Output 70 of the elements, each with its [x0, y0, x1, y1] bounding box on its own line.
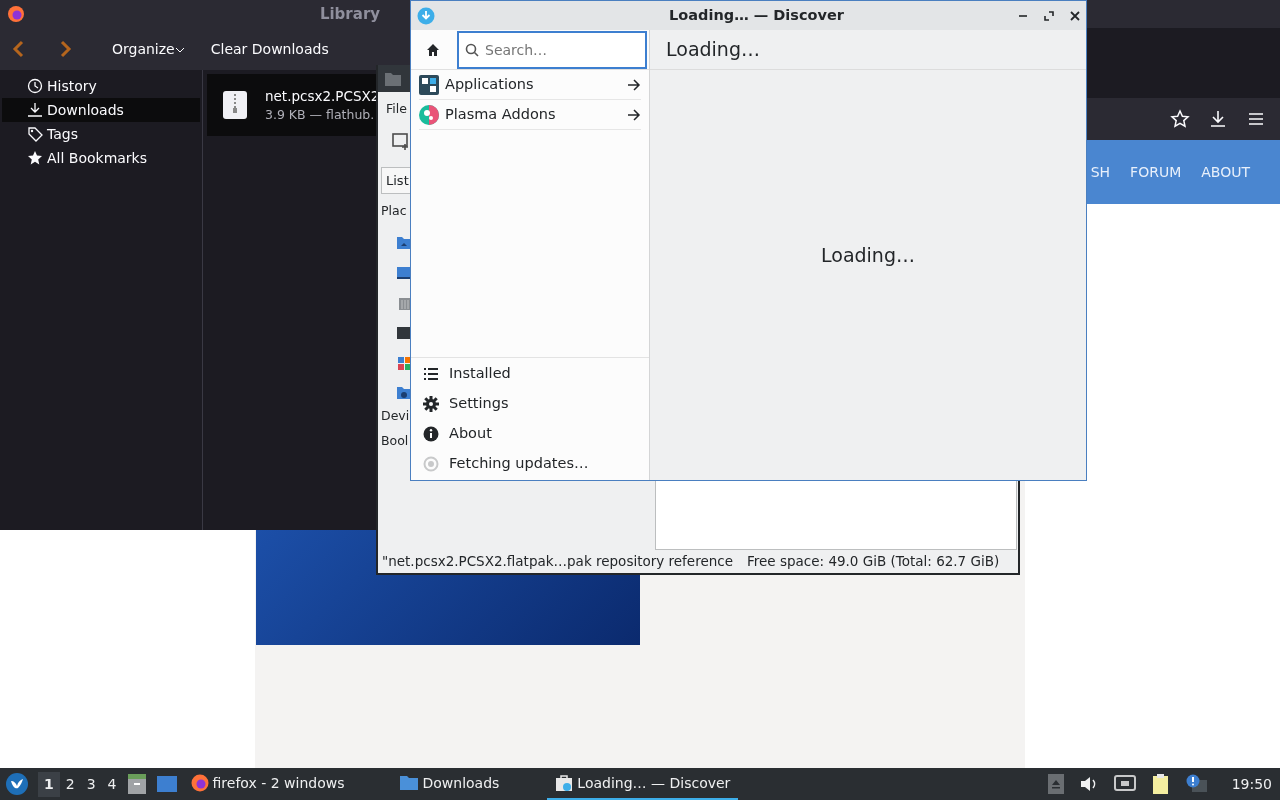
new-tab-icon	[392, 132, 410, 151]
download-icon[interactable]	[1208, 109, 1228, 129]
nav-item[interactable]: Fetching updates…	[411, 449, 649, 479]
section-header: Plac	[381, 202, 408, 221]
caret-icon	[174, 45, 185, 54]
maximize-icon[interactable]	[1044, 10, 1054, 21]
file-name: net.pcsx2.PCSX2	[265, 86, 380, 106]
nav-item[interactable]: About	[411, 419, 649, 449]
home-folder-icon	[396, 235, 412, 251]
firefox-icon	[6, 4, 26, 24]
arrow-right-icon	[627, 108, 641, 121]
info-icon	[423, 426, 439, 442]
section-header: Devi	[381, 407, 411, 425]
desktop-button[interactable]: 1	[38, 771, 60, 797]
network-folder-icon	[396, 385, 412, 401]
window-icon[interactable]	[156, 775, 177, 793]
download-item[interactable]: net.pcsx2.PCSX2 3.9 KB — flathub.	[207, 74, 377, 136]
search-icon	[465, 42, 479, 57]
sidebar-item[interactable]: Downloads	[2, 98, 200, 122]
folder-icon	[400, 774, 419, 792]
sidebar-item[interactable]: Tags	[2, 122, 200, 146]
toolbar-button[interactable]: Organize	[104, 34, 193, 64]
section-header: Bool	[381, 431, 410, 450]
tag-icon	[27, 126, 43, 142]
file-details: 3.9 KB — flathub.	[265, 105, 376, 124]
toolbar-button[interactable]: Clear Downloads	[202, 34, 337, 64]
window-title: Library	[319, 3, 381, 25]
clock-text: 19:50	[1231, 774, 1272, 794]
taskbar-button[interactable]: Loading… — Discover	[547, 768, 739, 800]
close-icon[interactable]	[1070, 10, 1080, 21]
file-cabinet-icon[interactable]	[126, 773, 147, 795]
puzzle-circle-icon	[419, 104, 439, 125]
nav-item[interactable]: Installed	[411, 359, 649, 389]
status-text: "net.pcsx2.PCSX2.flatpak…pak repository reference	[382, 551, 733, 571]
view-mode-button[interactable]: List	[381, 166, 412, 195]
sidebar-item[interactable]: All Bookmarks	[2, 146, 200, 170]
taskbar-button[interactable]: firefox - 2 windows	[182, 768, 353, 800]
eject-icon[interactable]	[1047, 774, 1064, 794]
desktop-button[interactable]: 2	[59, 771, 81, 797]
clock-icon	[27, 78, 43, 94]
firefox-icon	[190, 774, 209, 792]
app-icon	[417, 6, 435, 25]
list-icon	[423, 366, 439, 382]
spinner-icon	[423, 456, 439, 472]
home-icon	[426, 42, 440, 57]
apps-icon	[396, 355, 412, 371]
network-icon[interactable]	[1113, 775, 1136, 793]
loading-text: Loading…	[821, 242, 915, 268]
arrow-right-icon	[627, 78, 641, 91]
menu-item[interactable]: File	[386, 100, 412, 119]
page-heading: Loading…	[650, 30, 1086, 70]
sidebar-item[interactable]: History	[2, 74, 200, 98]
search-field[interactable]: Search…	[457, 30, 647, 69]
taskbar-button[interactable]: Downloads	[392, 768, 508, 800]
nav-item[interactable]: Settings	[411, 389, 649, 419]
shopping-bag-icon	[555, 774, 574, 792]
notification-icon[interactable]	[1185, 774, 1208, 794]
zip-file-icon	[223, 91, 247, 119]
gear-icon	[423, 396, 439, 412]
star-icon[interactable]	[1170, 109, 1190, 129]
apps-icon	[419, 74, 439, 95]
trash-icon	[396, 295, 412, 311]
window-title: Loading… — Discover	[668, 5, 845, 25]
clipboard-icon[interactable]	[1151, 773, 1170, 795]
speaker-icon[interactable]	[1079, 776, 1098, 792]
desktop-button[interactable]: 4	[101, 771, 123, 797]
download-icon	[27, 102, 43, 118]
desktop-button[interactable]: 3	[80, 771, 102, 797]
star-icon	[27, 150, 43, 166]
free-space-text: Free space: 49.0 GiB (Total: 62.7 GiB)	[747, 551, 1000, 571]
